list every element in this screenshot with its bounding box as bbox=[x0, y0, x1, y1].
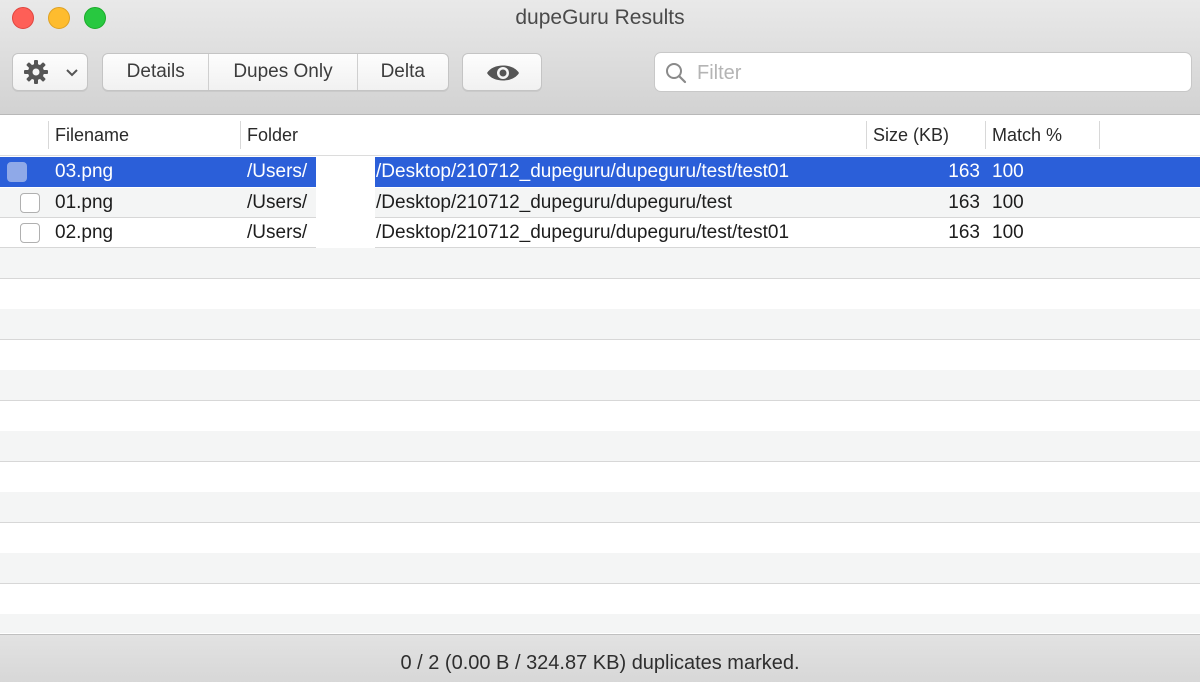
status-bar: 0 / 2 (0.00 B / 324.87 KB) duplicates ma… bbox=[0, 634, 1200, 682]
size-cell: 163 bbox=[948, 161, 980, 182]
filter-input[interactable] bbox=[695, 57, 1179, 89]
column-divider[interactable] bbox=[1099, 121, 1100, 149]
empty-row bbox=[0, 492, 1200, 523]
filter-field[interactable] bbox=[654, 52, 1192, 92]
mark-checkbox[interactable] bbox=[7, 162, 27, 182]
folder-cell-suffix: /Desktop/210712_dupeguru/dupeguru/test/t… bbox=[376, 161, 790, 182]
empty-row bbox=[0, 553, 1200, 584]
empty-row bbox=[0, 370, 1200, 401]
table-row[interactable]: 03.png /Users/ /Desktop/210712_dupeguru/… bbox=[0, 157, 1200, 187]
search-icon bbox=[666, 63, 687, 84]
table-row[interactable]: 01.png /Users/ /Desktop/210712_dupeguru/… bbox=[0, 188, 1200, 218]
status-text: 0 / 2 (0.00 B / 324.87 KB) duplicates ma… bbox=[400, 652, 800, 674]
window-title: dupeGuru Results bbox=[515, 6, 685, 29]
eye-icon bbox=[487, 65, 519, 81]
filename-cell: 03.png bbox=[55, 161, 114, 182]
empty-row bbox=[0, 401, 1200, 432]
column-divider[interactable] bbox=[240, 121, 241, 149]
empty-row bbox=[0, 462, 1200, 493]
match-cell: 100 bbox=[992, 222, 1024, 243]
column-header-size[interactable]: Size (KB) bbox=[873, 115, 949, 155]
view-mode-segmented-control: Details Dupes Only Delta bbox=[102, 53, 449, 91]
empty-row bbox=[0, 340, 1200, 371]
empty-row bbox=[0, 309, 1200, 340]
folder-cell-prefix: /Users/ bbox=[247, 161, 308, 182]
column-header-match[interactable]: Match % bbox=[992, 115, 1062, 155]
match-cell: 100 bbox=[992, 161, 1024, 182]
folder-cell-prefix: /Users/ bbox=[247, 222, 308, 243]
action-menu-button[interactable] bbox=[12, 53, 88, 91]
table-row[interactable]: 02.png /Users/ /Desktop/210712_dupeguru/… bbox=[0, 218, 1200, 248]
table-header: Filename Folder Size (KB) Match % bbox=[0, 115, 1200, 156]
size-cell: 163 bbox=[948, 192, 980, 213]
redacted-username bbox=[316, 157, 375, 187]
quick-look-button[interactable] bbox=[462, 53, 542, 91]
mark-checkbox[interactable] bbox=[20, 223, 40, 243]
redacted-username bbox=[316, 188, 375, 218]
results-window: dupeGuru Results Details Dupes Only Delt… bbox=[0, 0, 1200, 682]
column-header-folder[interactable]: Folder bbox=[247, 115, 298, 155]
folder-cell-prefix: /Users/ bbox=[247, 192, 308, 213]
gear-icon bbox=[24, 60, 48, 84]
folder-cell-suffix: /Desktop/210712_dupeguru/dupeguru/test bbox=[376, 192, 732, 213]
dupes-only-button[interactable]: Dupes Only bbox=[209, 54, 358, 90]
empty-row bbox=[0, 431, 1200, 462]
column-header-filename[interactable]: Filename bbox=[55, 115, 129, 155]
empty-row bbox=[0, 248, 1200, 279]
filename-cell: 01.png bbox=[55, 192, 114, 213]
filename-cell: 02.png bbox=[55, 222, 114, 243]
chevron-down-icon bbox=[66, 69, 78, 77]
results-table: 03.png /Users/ /Desktop/210712_dupeguru/… bbox=[0, 157, 1200, 633]
column-divider[interactable] bbox=[985, 121, 986, 149]
empty-row bbox=[0, 614, 1200, 633]
size-cell: 163 bbox=[948, 222, 980, 243]
mark-checkbox[interactable] bbox=[20, 193, 40, 213]
column-divider[interactable] bbox=[48, 121, 49, 149]
match-cell: 100 bbox=[992, 192, 1024, 213]
title-toolbar: dupeGuru Results Details Dupes Only Delt… bbox=[0, 0, 1200, 115]
empty-row bbox=[0, 523, 1200, 554]
redacted-username bbox=[316, 218, 375, 248]
column-divider[interactable] bbox=[866, 121, 867, 149]
delta-button[interactable]: Delta bbox=[358, 54, 448, 90]
empty-row bbox=[0, 279, 1200, 310]
details-button[interactable]: Details bbox=[103, 54, 210, 90]
empty-row bbox=[0, 584, 1200, 615]
folder-cell-suffix: /Desktop/210712_dupeguru/dupeguru/test/t… bbox=[376, 222, 790, 243]
